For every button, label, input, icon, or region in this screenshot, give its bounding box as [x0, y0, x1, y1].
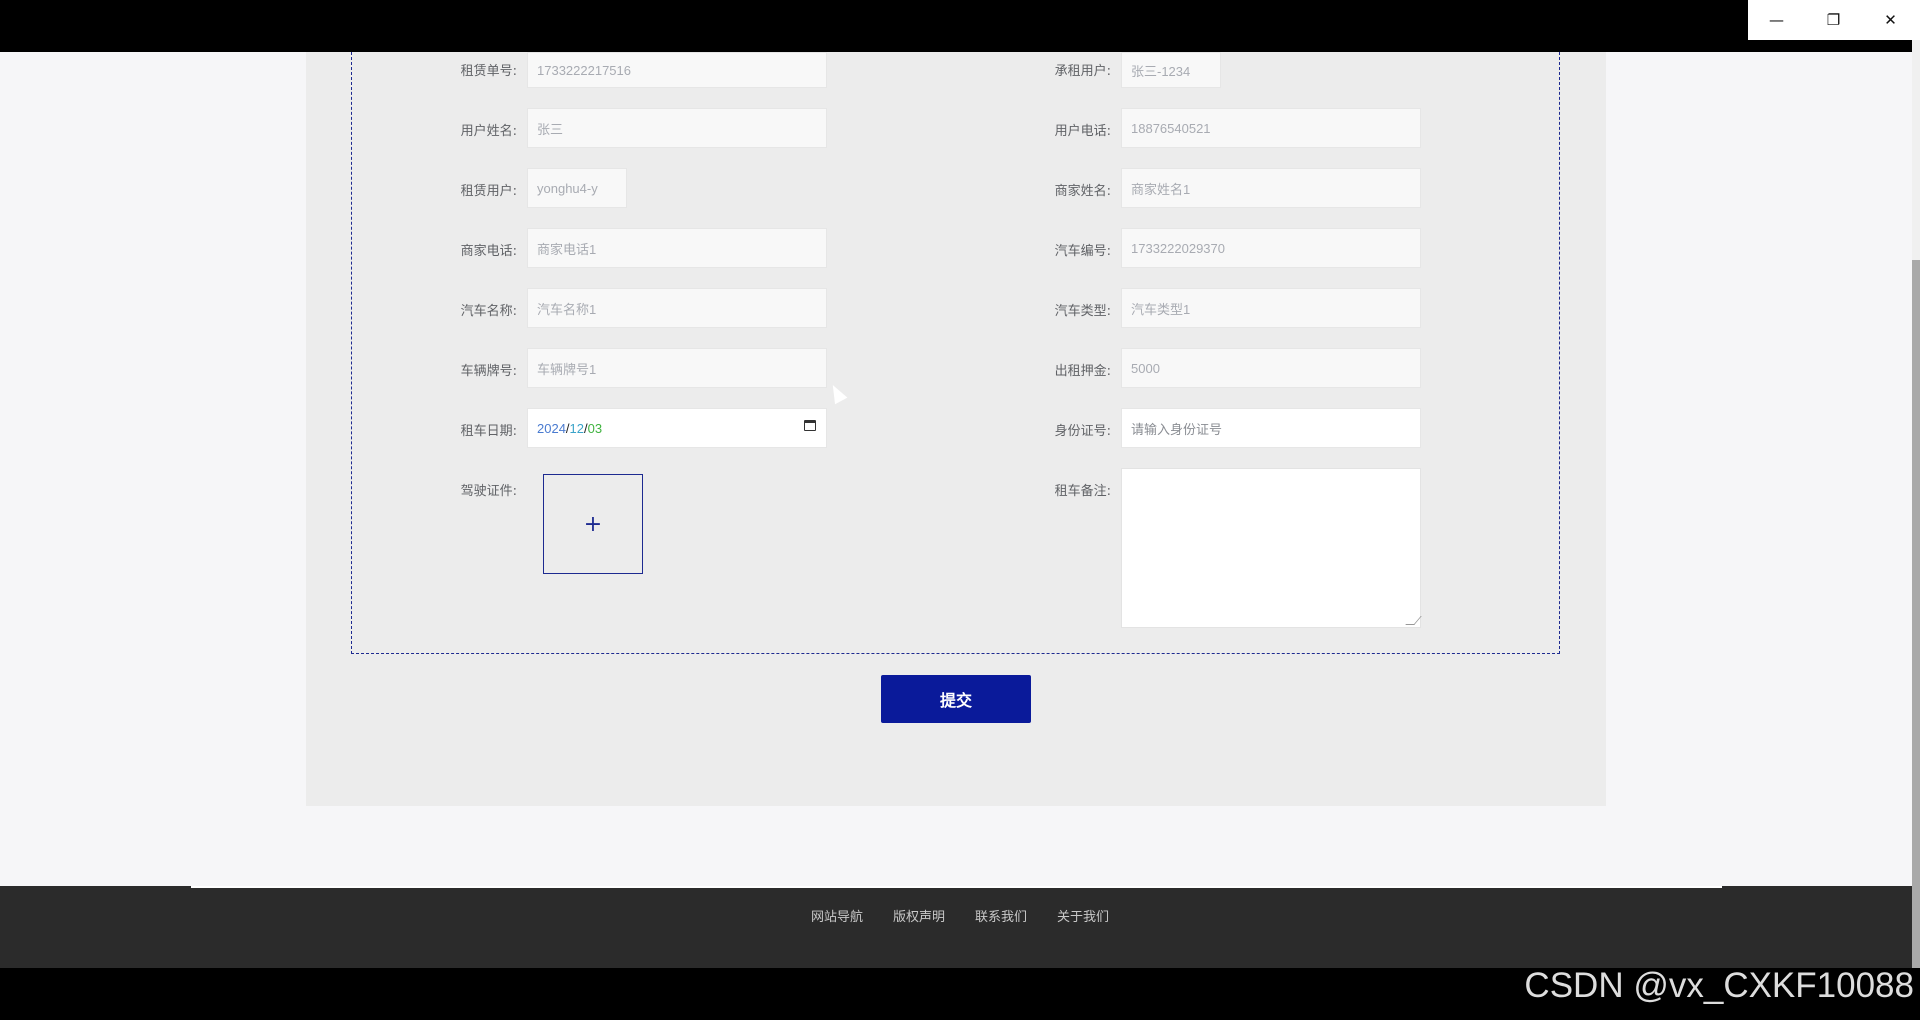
license-upload-button[interactable]: + — [543, 474, 643, 574]
label-remark: 租车备注: — [1054, 484, 1111, 499]
footer-link-copyright[interactable]: 版权声明 — [893, 906, 945, 925]
label-rent-date: 租车日期: — [460, 424, 517, 439]
footer-link-about[interactable]: 关于我们 — [1057, 906, 1109, 925]
footer-link-nav[interactable]: 网站导航 — [811, 906, 863, 925]
date-year: 2024 — [537, 420, 566, 436]
footer-links: 网站导航 版权声明 联系我们 关于我们 — [0, 906, 1920, 925]
resize-grip-icon[interactable] — [1405, 616, 1422, 625]
calendar-icon[interactable] — [804, 420, 816, 431]
restore-button[interactable]: ❐ — [1805, 0, 1862, 40]
footer — [0, 886, 1920, 968]
merchant-phone-field[interactable]: 商家电话1 — [527, 228, 827, 268]
car-type-field[interactable]: 汽车类型1 — [1121, 288, 1421, 328]
label-lessee: 承租用户: — [1054, 64, 1111, 79]
lessee-field[interactable]: 张三-1234 — [1121, 52, 1221, 88]
rent-date-input[interactable]: 2024/12/03 — [527, 408, 827, 448]
label-merchant-phone: 商家电话: — [460, 244, 517, 259]
label-car-type: 汽车类型: — [1054, 304, 1111, 319]
car-no-field[interactable]: 1733222029370 — [1121, 228, 1421, 268]
label-car-no: 汽车编号: — [1054, 244, 1111, 259]
plate-field[interactable]: 车辆牌号1 — [527, 348, 827, 388]
label-rent-user: 租赁用户: — [460, 184, 517, 199]
submit-button[interactable]: 提交 — [881, 675, 1031, 723]
label-user-phone: 用户电话: — [1054, 124, 1111, 139]
label-user-name: 用户姓名: — [460, 124, 517, 139]
remark-textarea[interactable] — [1121, 468, 1422, 628]
scrollbar-thumb[interactable] — [1912, 260, 1920, 968]
car-name-field[interactable]: 汽车名称1 — [527, 288, 827, 328]
close-button[interactable]: ✕ — [1862, 0, 1919, 40]
label-order-no: 租赁单号: — [460, 64, 517, 79]
label-deposit: 出租押金: — [1054, 364, 1111, 379]
rent-user-select[interactable]: yonghu4-y — [527, 168, 627, 208]
minimize-button[interactable]: — — [1748, 0, 1805, 40]
watermark: CSDN @vx_CXKF10088 — [1524, 966, 1914, 1005]
deposit-field[interactable]: 5000 — [1121, 348, 1421, 388]
user-name-field[interactable]: 张三 — [527, 108, 827, 148]
label-id-number: 身份证号: — [1054, 424, 1111, 439]
user-phone-field[interactable]: 18876540521 — [1121, 108, 1421, 148]
footer-divider — [191, 886, 1722, 888]
footer-link-contact[interactable]: 联系我们 — [975, 906, 1027, 925]
order-no-field[interactable]: 1733222217516 — [527, 52, 827, 88]
label-merchant-name: 商家姓名: — [1054, 184, 1111, 199]
label-car-name: 汽车名称: — [460, 304, 517, 319]
label-plate: 车辆牌号: — [460, 364, 517, 379]
merchant-name-field[interactable]: 商家姓名1 — [1121, 168, 1421, 208]
date-day: 03 — [587, 420, 603, 436]
id-number-input[interactable]: 请输入身份证号 — [1121, 408, 1421, 448]
date-month: 12 — [569, 420, 585, 436]
label-license: 驾驶证件: — [460, 484, 517, 499]
browser-top-bar — [0, 0, 1920, 52]
window-controls: — ❐ ✕ — [1748, 0, 1920, 40]
